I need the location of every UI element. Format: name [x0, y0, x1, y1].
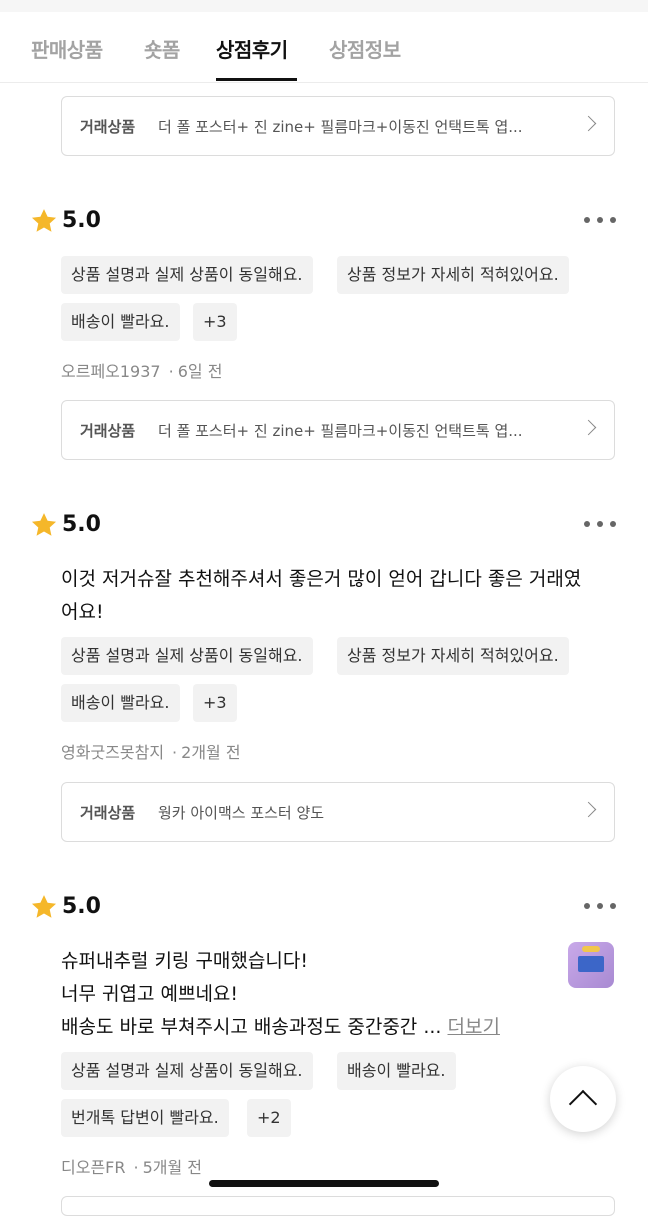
- tab-bar: 판매상품 숏폼 상점후기 상점정보: [0, 12, 648, 83]
- trade-item-label: 거래상품: [80, 422, 136, 440]
- rating-score: 5.0: [62, 208, 101, 233]
- review-text-line: 어요!: [61, 601, 104, 623]
- review-tag: 상품 설명과 실제 상품이 동일해요.: [61, 1052, 313, 1090]
- review-tag-more[interactable]: +3: [193, 303, 237, 341]
- review-tag-more[interactable]: +2: [247, 1099, 291, 1137]
- trade-item-link[interactable]: 거래상품 웡카 아이맥스 포스터 양도: [61, 782, 615, 842]
- review-text-line: 배송도 바로 부쳐주시고 배송과정도 중간중간: [61, 1016, 418, 1038]
- tab-reviews[interactable]: 상점후기: [216, 34, 288, 63]
- trade-item-link[interactable]: 거래상품 더 폴 포스터+ 진 zine+ 필름마크+이동진 언택트톡 엽...: [61, 96, 615, 156]
- chevron-right-icon: [580, 115, 597, 132]
- rating-score: 5.0: [62, 512, 101, 537]
- review-author: 영화굿즈못참지: [61, 743, 165, 762]
- review-time: 6일 전: [177, 362, 223, 381]
- star-icon: [31, 209, 57, 232]
- trade-item-name: 더 폴 포스터+ 진 zine+ 필름마크+이동진 언택트톡 엽...: [158, 118, 523, 136]
- star-icon: [31, 895, 57, 918]
- trade-item-name: 웡카 아이맥스 포스터 양도: [158, 804, 325, 822]
- trade-item-label: 거래상품: [80, 804, 136, 822]
- review-tag: 배송이 빨라요.: [337, 1052, 456, 1090]
- home-indicator: [209, 1180, 439, 1187]
- chevron-up-icon: [568, 1089, 598, 1119]
- read-more-link[interactable]: 더보기: [448, 1016, 500, 1038]
- rating-score: 5.0: [62, 894, 101, 919]
- tab-shortform[interactable]: 숏폼: [144, 34, 180, 63]
- review-meta: 오르페오1937 · 6일 전: [61, 358, 222, 382]
- review-meta: 영화굿즈못참지 · 2개월 전: [61, 739, 241, 763]
- review-text: 슈퍼내추럴 키링 구매했습니다! 너무 귀엽고 예쁘네요! 배송도 바로 부쳐주…: [61, 945, 551, 1044]
- review-time: 2개월 전: [181, 743, 241, 762]
- trade-item-link[interactable]: [61, 1196, 615, 1216]
- trade-item-link[interactable]: 거래상품 더 폴 포스터+ 진 zine+ 필름마크+이동진 언택트톡 엽...: [61, 400, 615, 460]
- review-author: 디오픈FR: [61, 1158, 126, 1177]
- tab-products[interactable]: 판매상품: [31, 34, 103, 63]
- scroll-top-button[interactable]: [550, 1066, 616, 1132]
- review-text-line-last: 배송도 바로 부쳐주시고 배송과정도 중간중간 ... 더보기: [61, 1011, 551, 1044]
- review-text-line: 이것 저거슈잘 추천해주셔서 좋은거 많이 얻어 갑니다 좋은 거래였: [61, 568, 582, 590]
- review-text: 이것 저거슈잘 추천해주셔서 좋은거 많이 얻어 갑니다 좋은 거래였 어요!: [61, 563, 621, 629]
- review-tag: 상품 설명과 실제 상품이 동일해요.: [61, 256, 313, 294]
- review-photo-thumbnail[interactable]: [568, 942, 614, 988]
- more-icon[interactable]: [584, 217, 618, 225]
- review-tag: 번개톡 답변이 빨라요.: [61, 1099, 229, 1137]
- dot-separator: ·: [172, 743, 178, 762]
- review-tag: 상품 정보가 자세히 적혀있어요.: [337, 637, 569, 675]
- ellipsis: ...: [423, 1016, 442, 1038]
- trade-item-label: 거래상품: [80, 118, 136, 136]
- review-meta: 디오픈FR · 5개월 전: [61, 1154, 202, 1178]
- dot-separator: ·: [168, 362, 174, 381]
- star-icon: [31, 513, 57, 536]
- more-icon[interactable]: [584, 521, 618, 529]
- review-tag: 배송이 빨라요.: [61, 303, 180, 341]
- dot-separator: ·: [133, 1158, 139, 1177]
- active-tab-indicator: [216, 78, 297, 81]
- review-tag: 상품 정보가 자세히 적혀있어요.: [337, 256, 569, 294]
- chevron-right-icon: [580, 801, 597, 818]
- review-time: 5개월 전: [142, 1158, 203, 1177]
- review-text-line: 슈퍼내추럴 키링 구매했습니다!: [61, 950, 308, 972]
- tab-store-info[interactable]: 상점정보: [329, 34, 401, 63]
- more-icon[interactable]: [584, 903, 618, 911]
- review-author: 오르페오1937: [61, 362, 161, 381]
- chevron-right-icon: [580, 419, 597, 436]
- review-text-line: 너무 귀엽고 예쁘네요!: [61, 983, 239, 1005]
- review-tag-more[interactable]: +3: [193, 684, 237, 722]
- status-strip: [0, 0, 648, 12]
- review-tag: 배송이 빨라요.: [61, 684, 180, 722]
- trade-item-name: 더 폴 포스터+ 진 zine+ 필름마크+이동진 언택트톡 엽...: [158, 422, 523, 440]
- review-tag: 상품 설명과 실제 상품이 동일해요.: [61, 637, 313, 675]
